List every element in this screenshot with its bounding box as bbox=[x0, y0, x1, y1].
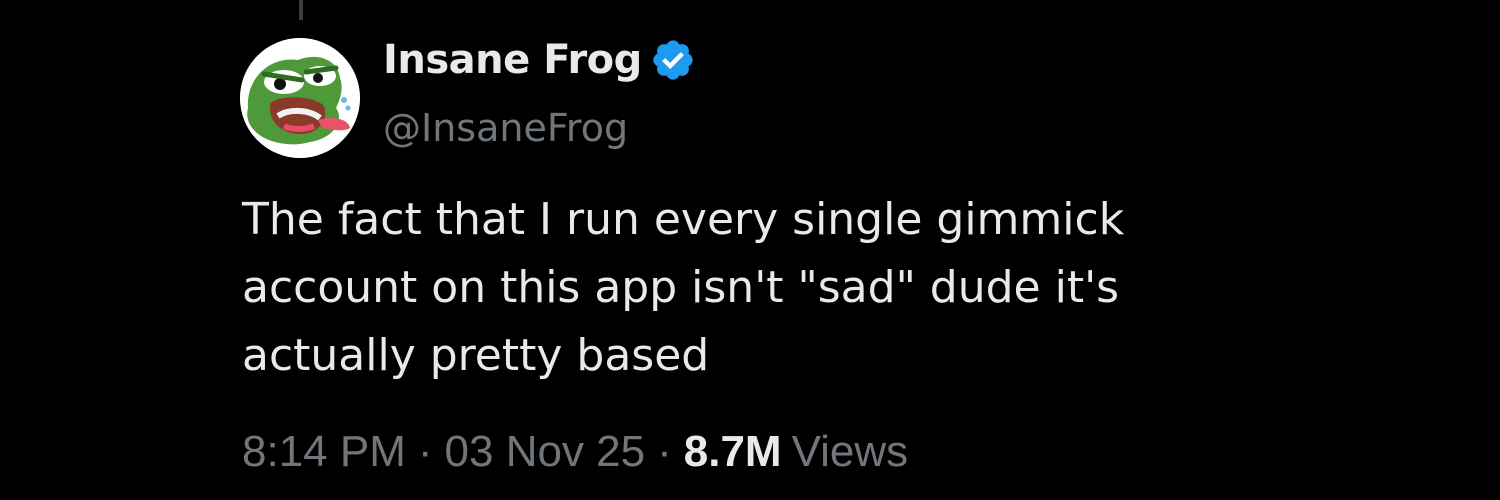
tweet-text: The fact that I run every single gimmick… bbox=[242, 194, 1125, 381]
tweet-date[interactable]: 03 Nov 25 bbox=[445, 427, 646, 477]
views-label[interactable]: Views bbox=[792, 427, 909, 477]
tweet-time[interactable]: 8:14 PM bbox=[242, 427, 406, 477]
avatar[interactable] bbox=[240, 38, 360, 158]
angry-frog-avatar-icon bbox=[240, 38, 360, 158]
author-name-row[interactable]: Insane Frog bbox=[383, 30, 696, 90]
meta-separator: · bbox=[417, 427, 433, 476]
verified-badge-icon[interactable] bbox=[650, 37, 696, 83]
meta-separator: · bbox=[657, 427, 672, 476]
thread-connector-line bbox=[299, 0, 303, 20]
views-count[interactable]: 8.7M bbox=[684, 427, 782, 477]
tweet-meta: 8:14 PM · 03 Nov 25 · 8.7M Views bbox=[242, 422, 908, 482]
display-name[interactable]: Insane Frog bbox=[383, 37, 642, 83]
author-handle[interactable]: @InsaneFrog bbox=[383, 106, 628, 150]
